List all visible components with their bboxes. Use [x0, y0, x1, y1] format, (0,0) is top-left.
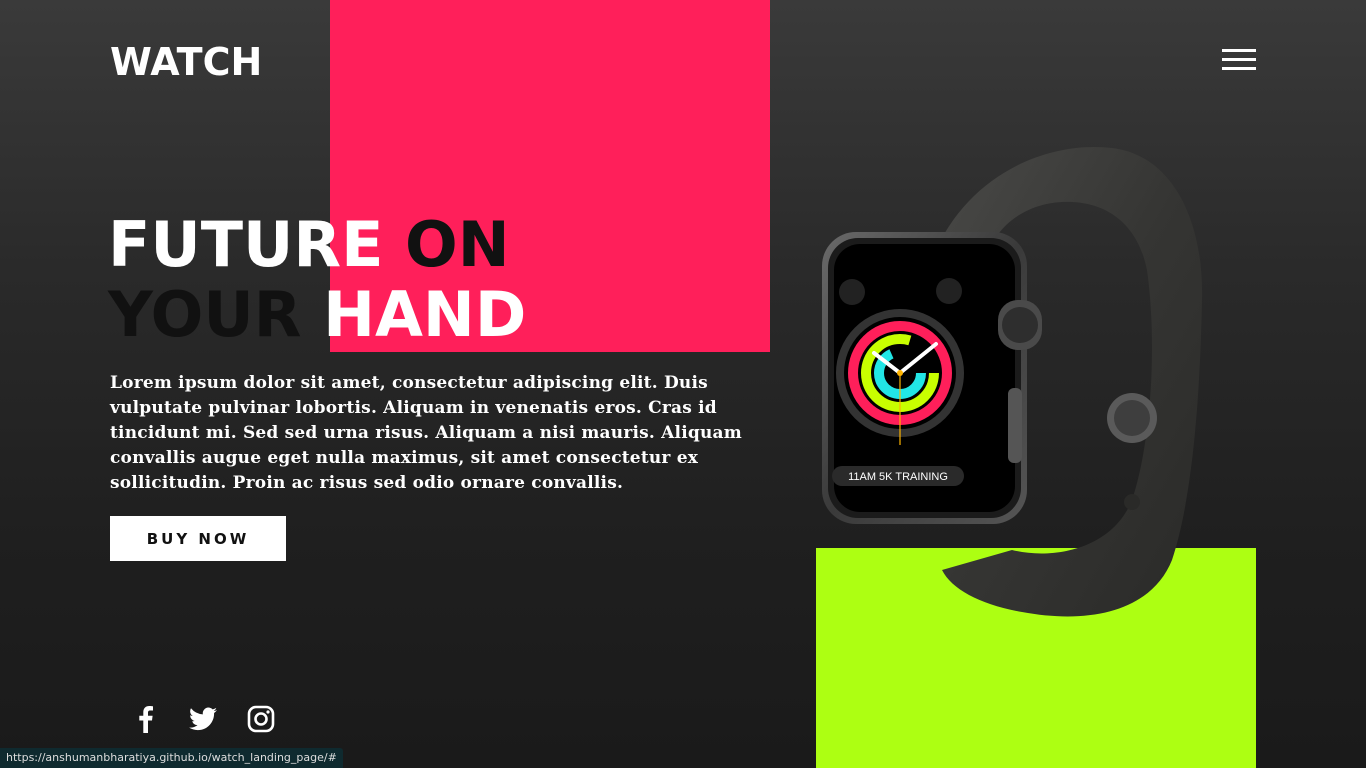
facebook-icon[interactable] [130, 704, 160, 734]
hero-word-on: ON [405, 208, 510, 281]
menu-bar [1222, 58, 1256, 61]
hero-title: FUTURE ON YOUR HAND [108, 210, 526, 350]
hero-title-line-2: YOUR HAND [108, 280, 526, 350]
hero-word-hand: HAND [323, 278, 527, 351]
smartwatch-image: 11AM 5K TRAINING [822, 146, 1203, 617]
instagram-icon[interactable] [246, 704, 276, 734]
site-logo[interactable]: WATCH [110, 40, 262, 84]
hero-word-future: FUTURE [108, 208, 406, 281]
browser-status-url: https://anshumanbharatiya.github.io/watc… [0, 748, 343, 768]
hero-description: Lorem ipsum dolor sit amet, consectetur … [110, 373, 742, 493]
hero-word-your: YOUR [108, 278, 324, 351]
watch-training-label: 11AM 5K TRAINING [848, 471, 948, 483]
menu-bar [1222, 67, 1256, 70]
social-links [130, 704, 304, 734]
buy-now-button[interactable]: BUY NOW [110, 516, 286, 561]
hero-title-line-1: FUTURE ON [108, 210, 526, 280]
hamburger-menu-icon[interactable] [1222, 47, 1256, 73]
twitter-icon[interactable] [188, 704, 218, 734]
menu-bar [1222, 49, 1256, 52]
